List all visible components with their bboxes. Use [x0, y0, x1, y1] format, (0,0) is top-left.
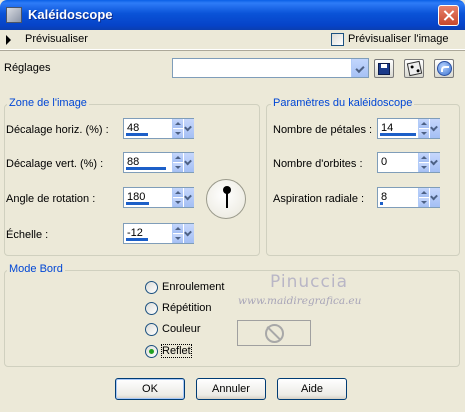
- vert-offset-field[interactable]: 88: [123, 152, 194, 173]
- chevron-down-icon[interactable]: [351, 59, 368, 77]
- spin-down-icon[interactable]: [173, 129, 183, 138]
- edge-color-swatch[interactable]: [237, 320, 311, 346]
- spin-down-icon[interactable]: [173, 163, 183, 172]
- watermark-name: Pinuccia: [270, 272, 348, 292]
- radial-suction-label: Aspiration radiale :: [273, 193, 365, 205]
- reset-button[interactable]: [434, 59, 454, 78]
- vert-offset-track: [126, 167, 172, 170]
- radio-wrap[interactable]: [145, 281, 158, 294]
- presets-label: Réglages: [4, 62, 51, 74]
- preview-image-checkbox[interactable]: [331, 33, 344, 46]
- vert-offset-fill: [126, 167, 167, 170]
- scale-label: Échelle :: [6, 229, 49, 241]
- randomize-button[interactable]: [404, 59, 424, 78]
- dial-knob-icon[interactable]: [223, 186, 231, 194]
- radial-suction-track: [380, 202, 418, 205]
- chevron-down-icon[interactable]: [184, 153, 194, 172]
- petals-fill: [380, 133, 417, 136]
- prohibited-icon: [265, 324, 284, 343]
- radio-repeat-label[interactable]: Répétition: [162, 302, 212, 314]
- vert-offset-label: Décalage vert. (%) :: [6, 158, 104, 170]
- close-button[interactable]: [438, 5, 459, 26]
- horiz-offset-field[interactable]: 48: [123, 118, 194, 139]
- help-button[interactable]: Aide: [277, 378, 347, 400]
- radial-suction-field[interactable]: 8: [377, 187, 440, 208]
- radio-color-label[interactable]: Couleur: [162, 323, 201, 335]
- radio-repeat[interactable]: [145, 302, 158, 315]
- radio-wrap-label[interactable]: Enroulement: [162, 281, 224, 293]
- rotation-dial[interactable]: [206, 179, 246, 219]
- rotation-angle-label: Angle de rotation :: [6, 193, 96, 205]
- reset-arrow-icon: [437, 61, 452, 76]
- orbits-label: Nombre d'orbites :: [273, 158, 363, 170]
- save-preset-button[interactable]: [374, 59, 394, 78]
- spin-up-icon[interactable]: [419, 119, 429, 128]
- floppy-disk-icon: [378, 63, 390, 75]
- petals-spinner[interactable]: [418, 119, 440, 138]
- preview-image-label[interactable]: Prévisualiser l'image: [348, 33, 449, 45]
- horiz-offset-label: Décalage horiz. (%) :: [6, 124, 109, 136]
- chevron-down-icon[interactable]: [184, 119, 194, 138]
- spin-up-icon[interactable]: [419, 153, 429, 162]
- petals-field[interactable]: 14: [377, 118, 440, 139]
- presets-combo[interactable]: [172, 58, 369, 78]
- radio-reflect[interactable]: [145, 345, 158, 358]
- title-bar[interactable]: Kaléidoscope: [0, 0, 465, 30]
- scale-field[interactable]: -12: [123, 223, 194, 244]
- spin-down-icon[interactable]: [419, 163, 429, 172]
- scale-spinner[interactable]: [172, 224, 194, 243]
- petals-label: Nombre de pétales :: [273, 124, 373, 136]
- app-icon: [6, 7, 22, 23]
- rotation-angle-fill: [126, 202, 149, 205]
- kaleido-params-legend: Paramètres du kaléidoscope: [271, 97, 415, 109]
- cancel-button[interactable]: Annuler: [196, 378, 266, 400]
- edge-mode-group: Mode Bord: [4, 263, 460, 367]
- ok-button[interactable]: OK: [115, 378, 185, 400]
- spin-up-icon[interactable]: [173, 153, 183, 162]
- dice-icon: [406, 60, 423, 77]
- edge-mode-legend: Mode Bord: [7, 263, 65, 275]
- horiz-offset-spinner[interactable]: [172, 119, 194, 138]
- orbits-field[interactable]: 0: [377, 152, 440, 173]
- radio-reflect-label[interactable]: Reflet: [161, 344, 192, 358]
- spin-up-icon[interactable]: [173, 119, 183, 128]
- spin-down-icon[interactable]: [173, 198, 183, 207]
- orbits-track: [380, 167, 418, 170]
- horiz-offset-fill: [126, 133, 149, 136]
- spin-up-icon[interactable]: [419, 188, 429, 197]
- window-title: Kaléidoscope: [28, 7, 113, 22]
- rotation-angle-spinner[interactable]: [172, 188, 194, 207]
- spin-up-icon[interactable]: [173, 188, 183, 197]
- expand-triangle-icon[interactable]: [6, 35, 11, 45]
- horiz-offset-track: [126, 133, 172, 136]
- image-zone-legend: Zone de l'image: [7, 97, 89, 109]
- spin-down-icon[interactable]: [419, 198, 429, 207]
- preview-label[interactable]: Prévisualiser: [25, 33, 88, 45]
- spin-down-icon[interactable]: [419, 129, 429, 138]
- vert-offset-spinner[interactable]: [172, 153, 194, 172]
- rotation-angle-field[interactable]: 180: [123, 187, 194, 208]
- chevron-down-icon[interactable]: [184, 224, 194, 243]
- preview-bar: Prévisualiser Prévisualiser l'image: [0, 30, 465, 50]
- chevron-down-icon[interactable]: [430, 188, 440, 207]
- spin-up-icon[interactable]: [173, 224, 183, 233]
- radio-color[interactable]: [145, 323, 158, 336]
- orbits-spinner[interactable]: [418, 153, 440, 172]
- chevron-down-icon[interactable]: [184, 188, 194, 207]
- spin-down-icon[interactable]: [173, 234, 183, 243]
- radial-suction-fill: [380, 202, 384, 205]
- scale-fill: [126, 238, 148, 241]
- radial-suction-spinner[interactable]: [418, 188, 440, 207]
- scale-track: [126, 238, 172, 241]
- chevron-down-icon[interactable]: [430, 153, 440, 172]
- chevron-down-icon[interactable]: [430, 119, 440, 138]
- watermark-url: www.maidiregrafica.eu: [238, 295, 362, 307]
- petals-track: [380, 133, 418, 136]
- rotation-angle-track: [126, 202, 172, 205]
